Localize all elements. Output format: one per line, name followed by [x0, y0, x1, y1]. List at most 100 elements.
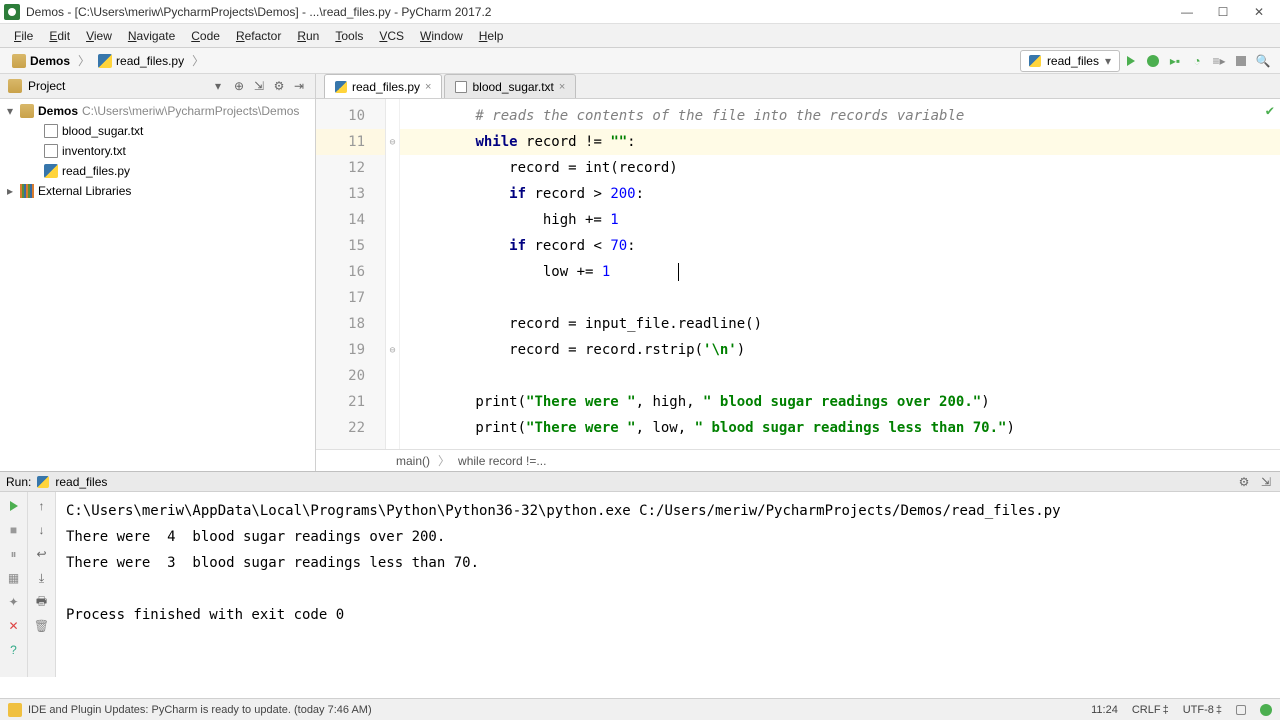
fold-marker[interactable] [386, 103, 399, 129]
menu-window[interactable]: Window [412, 27, 471, 45]
chevron-down-icon[interactable]: ▾ [215, 79, 221, 93]
run-config-selector[interactable]: read_files ▾ [1020, 50, 1120, 72]
line-number[interactable]: 19 [316, 337, 385, 363]
menu-tools[interactable]: Tools [327, 27, 371, 45]
code-area[interactable]: # reads the contents of the file into th… [400, 99, 1280, 449]
dump-threads-button[interactable]: ▦ [4, 568, 24, 588]
hector-icon[interactable] [1260, 704, 1272, 716]
gear-icon[interactable]: ⚙ [1236, 474, 1252, 490]
line-number[interactable]: 16 [316, 259, 385, 285]
print-button[interactable]: 🖶 [32, 592, 52, 612]
menu-navigate[interactable]: Navigate [120, 27, 183, 45]
line-separator[interactable]: CRLF‡ [1132, 704, 1169, 716]
code-line[interactable]: if record < 70: [400, 233, 1280, 259]
line-number[interactable]: 14 [316, 207, 385, 233]
expand-arrow-icon[interactable]: ▾ [4, 104, 16, 118]
code-line[interactable]: print("There were ", low, " blood sugar … [400, 415, 1280, 441]
pause-button[interactable]: ⏸ [4, 544, 24, 564]
menu-run[interactable]: Run [289, 27, 327, 45]
external-libraries[interactable]: ▸ External Libraries [0, 181, 315, 201]
code-line[interactable]: low += 1 [400, 259, 1280, 285]
line-number[interactable]: 17 [316, 285, 385, 311]
close-tab-icon[interactable]: × [559, 81, 565, 93]
menu-refactor[interactable]: Refactor [228, 27, 289, 45]
fold-marker[interactable] [386, 155, 399, 181]
menu-help[interactable]: Help [471, 27, 512, 45]
line-number[interactable]: 15 [316, 233, 385, 259]
console-output[interactable]: C:\Users\meriw\AppData\Local\Programs\Py… [56, 492, 1280, 677]
fold-marker[interactable] [386, 285, 399, 311]
profile-button[interactable]: ◔ [1186, 50, 1208, 72]
code-line[interactable]: record = input_file.readline() [400, 311, 1280, 337]
fold-marker[interactable] [386, 311, 399, 337]
close-button[interactable]: ✕ [1250, 3, 1268, 21]
collapse-all-icon[interactable]: ⇲ [251, 78, 267, 94]
fold-marker[interactable] [386, 207, 399, 233]
restore-layout-button[interactable]: ✦ [4, 592, 24, 612]
close-button[interactable]: ✕ [4, 616, 24, 636]
line-number[interactable]: 13 [316, 181, 385, 207]
caret-position[interactable]: 11:24 [1091, 704, 1118, 716]
clear-button[interactable]: 🗑 [32, 616, 52, 636]
gear-icon[interactable]: ⚙ [271, 78, 287, 94]
search-everywhere-button[interactable]: 🔍 [1252, 50, 1274, 72]
event-log-icon[interactable] [8, 703, 22, 717]
tree-root[interactable]: ▾ Demos C:\Users\meriw\PycharmProjects\D… [0, 101, 315, 121]
line-number[interactable]: 12 [316, 155, 385, 181]
code-line[interactable] [400, 363, 1280, 389]
fold-marker[interactable] [386, 233, 399, 259]
line-number[interactable]: 18 [316, 311, 385, 337]
help-button[interactable]: ? [4, 640, 24, 660]
tree-file[interactable]: read_files.py [0, 161, 315, 181]
minimize-button[interactable]: — [1178, 3, 1196, 21]
menu-code[interactable]: Code [183, 27, 228, 45]
breadcrumb-root[interactable]: Demos [6, 50, 76, 72]
fold-gutter[interactable]: ⊖⊖ [386, 99, 400, 449]
fold-marker[interactable] [386, 415, 399, 441]
code-line[interactable]: record = record.rstrip('\n') [400, 337, 1280, 363]
stop-button[interactable] [1230, 50, 1252, 72]
menu-view[interactable]: View [78, 27, 120, 45]
project-tree[interactable]: ▾ Demos C:\Users\meriw\PycharmProjects\D… [0, 99, 315, 471]
menu-edit[interactable]: Edit [41, 27, 78, 45]
tree-file[interactable]: inventory.txt [0, 141, 315, 161]
file-encoding[interactable]: UTF-8‡ [1183, 704, 1222, 716]
code-line[interactable]: high += 1 [400, 207, 1280, 233]
code-line[interactable]: if record > 200: [400, 181, 1280, 207]
fold-marker[interactable] [386, 259, 399, 285]
down-stack-button[interactable]: ↓ [32, 520, 52, 540]
code-line[interactable]: record = int(record) [400, 155, 1280, 181]
code-line[interactable] [400, 285, 1280, 311]
editor-tab[interactable]: blood_sugar.txt× [444, 74, 576, 98]
line-number[interactable]: 11 [316, 129, 385, 155]
tree-file[interactable]: blood_sugar.txt [0, 121, 315, 141]
breadcrumb-item[interactable]: main() [396, 454, 430, 468]
line-number[interactable]: 10 [316, 103, 385, 129]
line-number[interactable]: 22 [316, 415, 385, 441]
editor-tab[interactable]: read_files.py× [324, 74, 442, 98]
line-number-gutter[interactable]: 10111213141516171819202122 [316, 99, 386, 449]
fold-marker[interactable] [386, 363, 399, 389]
status-message[interactable]: IDE and Plugin Updates: PyCharm is ready… [28, 704, 372, 716]
breadcrumb-item[interactable]: while record !=... [458, 454, 546, 468]
stop-button[interactable]: ■ [4, 520, 24, 540]
editor-body[interactable]: 10111213141516171819202122 ⊖⊖ # reads th… [316, 99, 1280, 449]
fold-marker[interactable] [386, 181, 399, 207]
fold-marker[interactable] [386, 389, 399, 415]
concurrency-button[interactable]: ≡▸ [1208, 50, 1230, 72]
code-line[interactable]: print("There were ", high, " blood sugar… [400, 389, 1280, 415]
menu-file[interactable]: File [6, 27, 41, 45]
soft-wrap-button[interactable]: ↩ [32, 544, 52, 564]
hide-icon[interactable]: ⇥ [291, 78, 307, 94]
maximize-button[interactable]: ☐ [1214, 3, 1232, 21]
coverage-button[interactable]: ▸▪ [1164, 50, 1186, 72]
code-line[interactable]: # reads the contents of the file into th… [400, 103, 1280, 129]
rerun-button[interactable] [4, 496, 24, 516]
breadcrumb-file[interactable]: read_files.py [92, 50, 190, 72]
scroll-from-source-icon[interactable]: ⊕ [231, 78, 247, 94]
expand-arrow-icon[interactable]: ▸ [4, 184, 16, 198]
inspection-ok-icon[interactable]: ✔ [1266, 103, 1274, 119]
scroll-to-end-button[interactable]: ⤓ [32, 568, 52, 588]
code-line[interactable]: while record != "": [400, 129, 1280, 155]
fold-marker[interactable]: ⊖ [386, 337, 399, 363]
